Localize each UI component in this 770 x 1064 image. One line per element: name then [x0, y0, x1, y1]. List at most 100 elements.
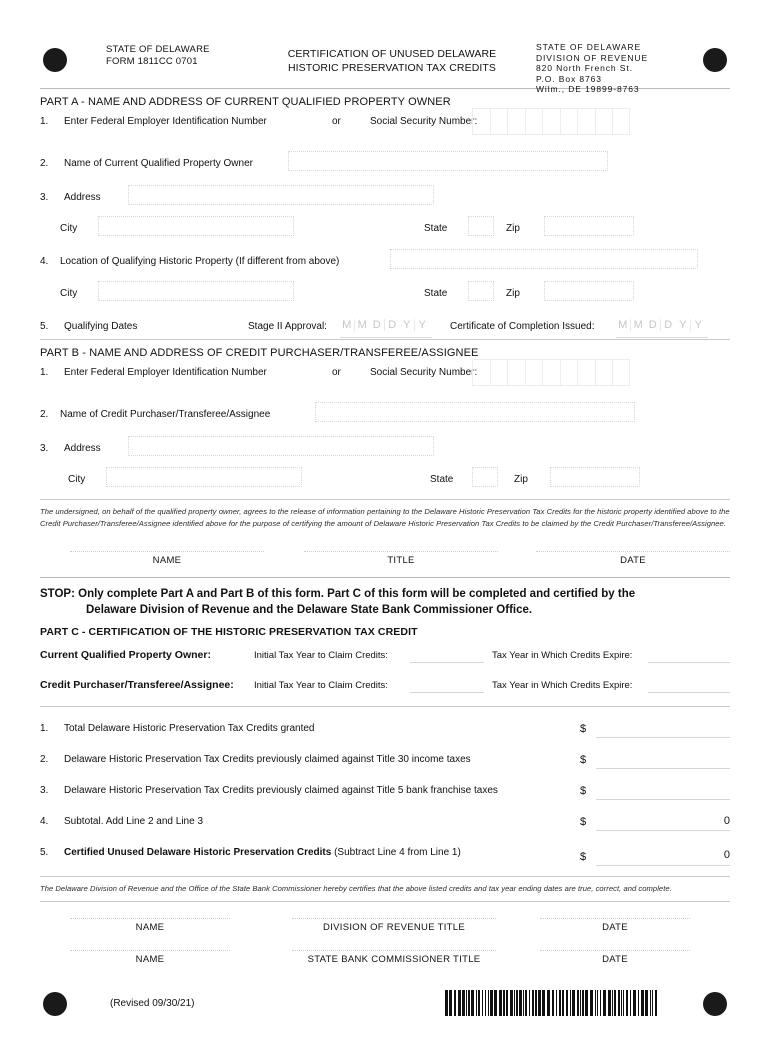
part-a-line-5: 5. Qualifying Dates Stage II Approval: M…: [40, 313, 730, 339]
signature-name-line[interactable]: [70, 551, 264, 552]
part-a-state2-input[interactable]: [468, 281, 494, 301]
part-b-city-input[interactable]: [106, 467, 302, 487]
part-b-purchaser-name-input[interactable]: [315, 402, 635, 422]
ssn-cell[interactable]: [559, 359, 577, 386]
ssn-cell[interactable]: [489, 359, 507, 386]
part-c-line5-amount[interactable]: 0: [596, 849, 730, 861]
signature-divider: [40, 577, 730, 578]
part-b-line-2: 2. Name of Credit Purchaser/Transferee/A…: [40, 401, 730, 435]
revenue-date-line[interactable]: [540, 917, 690, 919]
part-c-purchaser-expire-input[interactable]: [648, 692, 730, 693]
date-char-yy1: Y: [676, 319, 691, 331]
ssn-cell[interactable]: [489, 108, 507, 135]
barcode-bar: [559, 990, 561, 1016]
barcode-bar: [485, 990, 486, 1016]
part-b-ssn-label: Social Security Number:: [370, 367, 478, 378]
signature-title-line[interactable]: [304, 551, 498, 552]
ssn-cell[interactable]: [507, 108, 525, 135]
barcode-bar: [570, 990, 571, 1016]
part-a-city2-input[interactable]: [98, 281, 294, 301]
part-b-signature-row: NAME TITLE DATE: [40, 551, 730, 577]
part-a-address-input[interactable]: [128, 185, 434, 205]
part-b-state-label: State: [430, 474, 454, 485]
part-c-line-5: 5. Certified Unused Delaware Historic Pr…: [40, 839, 730, 870]
barcode-bar: [612, 990, 613, 1016]
barcode-bar: [468, 990, 470, 1016]
part-c-line2-number: 2.: [40, 754, 49, 765]
part-c-line1-number: 1.: [40, 723, 49, 734]
revenue-date-caption: DATE: [602, 921, 628, 933]
ssn-cell[interactable]: [612, 359, 630, 386]
part-a-line4-number: 4.: [40, 256, 49, 267]
barcode-bar: [572, 990, 575, 1016]
part-c-owner-expire-input[interactable]: [648, 662, 730, 663]
ssn-cell[interactable]: [542, 359, 560, 386]
barcode-bar: [499, 990, 502, 1016]
ssn-cell[interactable]: [542, 108, 560, 135]
part-b-fein-label: Enter Federal Employer Identification Nu…: [64, 367, 267, 378]
barcode-bar: [641, 990, 644, 1016]
part-a-completion-date-input[interactable]: M M D D Y Y: [616, 319, 706, 331]
barcode-bar: [532, 990, 534, 1016]
part-a-city-input[interactable]: [98, 216, 294, 236]
ssn-cell[interactable]: [524, 359, 542, 386]
part-c-owner-initial-input[interactable]: [410, 662, 484, 663]
signature-date-line[interactable]: [536, 551, 730, 552]
barcode-bar: [623, 990, 624, 1016]
barcode-bar: [600, 990, 601, 1016]
part-c-divider: [40, 706, 730, 707]
part-c-line-2: 2. Delaware Historic Preservation Tax Cr…: [40, 746, 730, 777]
part-a-zip2-input[interactable]: [544, 281, 634, 301]
ssn-cell[interactable]: [612, 108, 630, 135]
barcode-bar: [445, 990, 448, 1016]
barcode-bar: [566, 990, 568, 1016]
part-c-line3-underline: [596, 799, 730, 800]
bank-date-line[interactable]: [540, 949, 690, 951]
signature-name-caption: NAME: [152, 555, 182, 566]
barcode-bar: [597, 990, 598, 1016]
part-c-purchaser-initial-input[interactable]: [410, 692, 484, 693]
part-b-ssn-grid[interactable]: [472, 359, 630, 386]
ssn-cell[interactable]: [594, 108, 612, 135]
barcode-bar: [525, 990, 527, 1016]
part-a-citystatezip-1: City State Zip: [40, 215, 730, 248]
part-c-line2-currency: $: [580, 754, 587, 766]
bank-name-line[interactable]: [70, 949, 230, 951]
revenue-title-line[interactable]: [292, 917, 496, 919]
ssn-cell[interactable]: [507, 359, 525, 386]
part-a-state-input[interactable]: [468, 216, 494, 236]
ssn-cell[interactable]: [472, 108, 490, 135]
barcode-bar: [462, 990, 465, 1016]
barcode-bar: [476, 990, 477, 1016]
bank-title-line[interactable]: [292, 949, 496, 951]
part-c-line4-amount[interactable]: 0: [596, 815, 730, 827]
part-c-lines: 1. Total Delaware Historic Preservation …: [0, 715, 770, 870]
ssn-cell[interactable]: [594, 359, 612, 386]
barcode-bar: [650, 990, 651, 1016]
barcode-bar: [577, 990, 579, 1016]
form-page: STATE OF DELAWARE FORM 1811CC 0701 CERTI…: [0, 40, 770, 1064]
ssn-cell[interactable]: [472, 359, 490, 386]
part-c-line5-bold: Certified Unused Delaware Historic Prese…: [64, 847, 332, 858]
part-a-owner-name-label: Name of Current Qualified Property Owner: [64, 158, 253, 169]
part-a-owner-name-input[interactable]: [288, 151, 608, 171]
part-a-zip-input[interactable]: [544, 216, 634, 236]
part-b-zip-input[interactable]: [550, 467, 640, 487]
ssn-cell[interactable]: [524, 108, 542, 135]
part-c-line4-number: 4.: [40, 816, 49, 827]
part-b-address-input[interactable]: [128, 436, 434, 456]
part-a-ssn-grid[interactable]: [472, 108, 630, 135]
part-b-state-input[interactable]: [472, 467, 498, 487]
barcode-bar: [618, 990, 620, 1016]
part-c-line-4: 4. Subtotal. Add Line 2 and Line 3 $ 0: [40, 808, 730, 839]
ssn-cell[interactable]: [577, 359, 595, 386]
part-a-property-location-input[interactable]: [390, 249, 698, 269]
revenue-name-line[interactable]: [70, 917, 230, 919]
ssn-cell[interactable]: [577, 108, 595, 135]
part-a-stage2-date-input[interactable]: M M D D Y Y: [340, 319, 430, 331]
part-c-line4-text: Subtotal. Add Line 2 and Line 3: [64, 816, 204, 827]
form-title-line2: HISTORIC PRESERVATION TAX CREDITS: [287, 62, 497, 74]
ssn-cell[interactable]: [559, 108, 577, 135]
part-a-line3-number: 3.: [40, 192, 49, 203]
part-c-owner-label: Current Qualified Property Owner:: [40, 649, 211, 661]
